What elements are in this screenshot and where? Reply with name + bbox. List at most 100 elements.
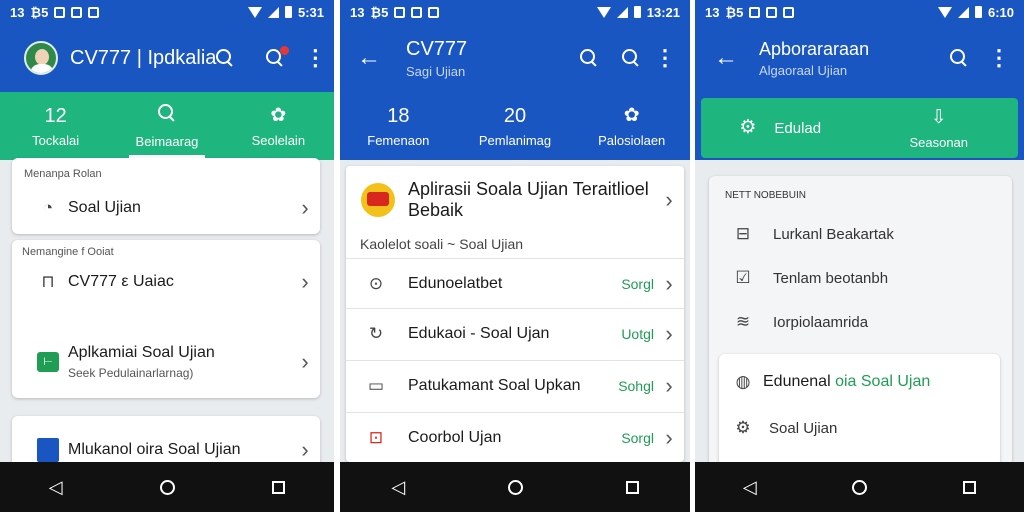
action-strip: ⚙ Edulad ⇩ Seasonan [701,98,1018,158]
refresh-icon: ↻ [368,324,384,343]
app-title: CV777 [406,37,468,60]
badge-dot [280,46,290,55]
list-item[interactable]: ⚙ Soal Ujian [719,410,1000,446]
back-arrow-icon[interactable]: ← [352,41,386,75]
stat-tab-active[interactable]: Beimaarag [111,92,222,160]
search-icon[interactable] [614,41,648,75]
chevron-right-icon: › [665,425,673,450]
stats-bar: 18 Femenaon 20 Pemlanimag ✿ Palosiolaen [340,92,690,160]
header-item[interactable]: Aplirasii Soala Ujian Teraitlioel Bebaik… [346,178,684,222]
more-vert-icon[interactable]: ⋮ [982,41,1016,75]
list-item-label: Mlukanol oira Soal Ujian [68,441,241,458]
search-icon[interactable] [208,41,242,75]
list-item[interactable]: ⊟ Lurkanl Beakartak [709,216,1012,252]
stat-tab[interactable]: ✿ Palosiolaen [573,92,690,160]
list-item[interactable]: ▭ Patukamant Soal Upkan Sohgl › [346,364,684,408]
list-item[interactable]: ☑ Tenlam beotanbh [709,260,1012,296]
app-title: CV777 | Ipdkalia [70,46,217,69]
stat-label: Palosiolaen [598,132,666,148]
card-section-2: Nemangine f Ooiat ⊓ CV777 ε Uaiac › ⊢ Ap… [12,240,320,398]
chevron-right-icon: › [301,437,309,462]
divider [346,258,684,259]
chevron-right-icon: › [665,271,673,296]
download-icon: ⇩ [930,106,947,128]
stat-tab[interactable]: 12 Tockalai [0,92,111,160]
more-vert-icon[interactable]: ⋮ [298,41,332,75]
notification-icon [749,6,761,18]
doc-icon: ▭ [367,376,385,395]
divider [346,308,684,309]
chevron-right-icon: › [301,195,309,220]
more-vert-icon[interactable]: ⋮ [648,41,682,75]
battery-icon [974,6,982,18]
list-item[interactable]: ◍ Edunenal oia Soal Ujan [719,364,1000,400]
app-title-block: Apborararaan Algaoraal Ujian [759,39,942,78]
section-label: Nemangine f Ooiat [22,246,114,258]
search-icon[interactable] [942,41,976,75]
list-item[interactable]: ⊓ CV777 ε Uaiac › [12,262,320,302]
nav-recents-icon[interactable] [963,480,977,494]
section-label: Menanpa Rolan [24,168,102,180]
notification-icon [428,6,440,18]
app-bar: CV777 | Ipdkalia ⋮ [0,24,334,92]
list-item[interactable]: ⊢ Aplkamiai Soal Ujian Seek Pedulainarla… [12,336,320,388]
chevron-right-icon: › [665,187,673,212]
list-item-label: CV777 ε Uaiac [68,273,174,290]
inner-card: ◍ Edunenal oia Soal Ujan ⚙ Soal Ujian [719,354,1000,466]
battery-icon [633,6,641,18]
list-item-label: Tenlam beotanbh [773,269,889,287]
system-nav-bar: ◁ [695,462,1024,512]
nav-home-icon[interactable] [507,479,523,495]
stat-tab[interactable]: ✿ Seolelain [223,92,334,160]
nav-home-icon[interactable] [852,479,868,495]
avatar[interactable] [24,41,58,75]
screenshot-canvas: 13 ₿5 5:31 CV777 | Ipdkalia ⋮ 12 Tockala… [0,0,1024,512]
stat-label: Seasonan [909,134,969,150]
list-item[interactable]: ⊙ Edunoelatbet Sorgl › [346,262,684,306]
stat-tab[interactable]: 20 Pemlanimag [457,92,574,160]
nav-back-icon[interactable]: ◁ [391,477,405,498]
list-item-label: Edunoelatbet [408,275,503,292]
phone-screen-2: 13 ₿5 13:21 ← CV777 Sagi Ujian ⋮ 18 Feme… [340,0,690,512]
list-item[interactable]: ↻ Edukaoi - Soal Ujan Uotgl › [346,312,684,356]
status-clock: 13:21 [646,4,680,20]
refresh-icon: ◍ [735,372,751,391]
list-item-text: Aplkamiai Soal Ujian Seek Pedulainarlarn… [68,344,290,380]
list-item-label: Lurkanl Beakartak [773,225,894,243]
signal-icon [616,6,628,18]
search-icon[interactable] [572,41,606,75]
content-card: NETT NOBEBUIN ⊟ Lurkanl Beakartak ☑ Tenl… [709,176,1012,466]
nav-recents-icon[interactable] [625,480,639,494]
status-digits: ₿5 [725,4,744,20]
system-nav-bar: ◁ [0,462,334,512]
nav-back-icon[interactable]: ◁ [49,477,63,498]
notifications-search-icon[interactable] [258,41,292,75]
notification-icon [54,6,66,18]
list-item[interactable]: ◔ Soal Ujian › [12,188,320,228]
notification-icon [783,6,795,18]
status-bar: 13 ₿5 6:10 [695,0,1024,24]
stat-tab[interactable]: 18 Femenaon [340,92,457,160]
status-tag: Uotgl [621,326,654,342]
signal-icon [267,6,279,18]
gear-icon: ⚙ [735,418,751,437]
stat-label: Seolelain [251,132,306,148]
stat-label: Tockalai [32,132,80,148]
stat-tab[interactable]: ⇩ Seasonan [860,98,1019,158]
phone-screen-1: 13 ₿5 5:31 CV777 | Ipdkalia ⋮ 12 Tockala… [0,0,334,512]
list-item[interactable]: ≋ Iorpiolaamrida [709,304,1012,340]
divider [346,412,684,413]
back-arrow-icon[interactable]: ← [709,41,743,75]
nav-home-icon[interactable] [159,479,175,495]
chevron-right-icon: › [301,349,309,374]
nav-back-icon[interactable]: ◁ [743,477,757,498]
stat-tab[interactable]: ⚙ Edulad [701,98,860,158]
nav-recents-icon[interactable] [272,480,286,494]
stat-number: 18 [387,104,410,127]
gear-icon: ⚙ [739,117,757,138]
system-nav-bar: ◁ [340,462,690,512]
signal-icon [957,6,969,18]
divider [346,360,684,361]
status-tag: Sorgl [621,430,654,446]
list-item[interactable]: ⊡ Coorbol Ujan Sorgl › [346,416,684,460]
